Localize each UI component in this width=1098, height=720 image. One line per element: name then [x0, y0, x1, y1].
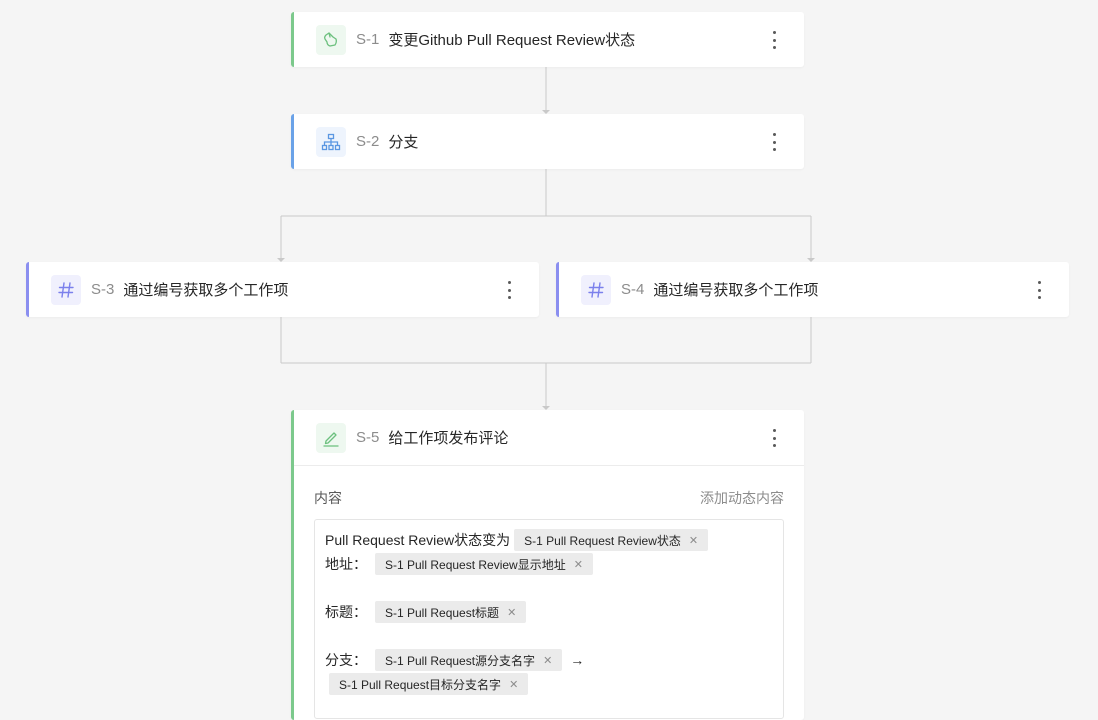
more-options-icon[interactable] [766, 133, 782, 151]
add-dynamic-content-link[interactable]: 添加动态内容 [700, 488, 784, 508]
dynamic-tag-label: S-1 Pull Request Review显示地址 [385, 556, 566, 573]
step-code: S-4 [621, 281, 644, 298]
step-title: 通过编号获取多个工作项 [123, 279, 288, 300]
branch-tree-icon [316, 127, 346, 157]
dynamic-tag[interactable]: S-1 Pull Request Review状态 ✕ [514, 529, 708, 551]
dynamic-tag[interactable]: S-1 Pull Request目标分支名字 ✕ [329, 673, 528, 695]
step-card-s4[interactable]: S-4 通过编号获取多个工作项 [556, 262, 1069, 317]
content-field-label: 内容 [314, 488, 342, 508]
step-card-s5[interactable]: S-5 给工作项发布评论 内容 添加动态内容 Pull Request Revi… [291, 410, 804, 720]
remove-tag-icon[interactable]: ✕ [543, 654, 552, 667]
hand-icon [316, 25, 346, 55]
content-editor[interactable]: Pull Request Review状态变为 S-1 Pull Request… [314, 519, 784, 719]
step-code: S-2 [356, 133, 379, 150]
step-title: 给工作项发布评论 [388, 427, 508, 448]
step-code: S-5 [356, 429, 379, 446]
dynamic-tag-label: S-1 Pull Request Review状态 [524, 532, 681, 549]
step-card-s2[interactable]: S-2 分支 [291, 114, 804, 169]
static-text: Pull Request Review状态变为 [325, 530, 510, 550]
more-options-icon[interactable] [766, 31, 782, 49]
static-text: 标题： [325, 602, 371, 622]
step-title: 分支 [388, 131, 418, 152]
more-options-icon[interactable] [766, 429, 782, 447]
dynamic-tag-label: S-1 Pull Request目标分支名字 [339, 676, 501, 693]
dynamic-tag[interactable]: S-1 Pull Request Review显示地址 ✕ [375, 553, 593, 575]
pencil-icon [316, 423, 346, 453]
static-text: 地址： [325, 554, 371, 574]
step-card-s3[interactable]: S-3 通过编号获取多个工作项 [26, 262, 539, 317]
step-card-s1[interactable]: S-1 变更Github Pull Request Review状态 [291, 12, 804, 67]
arrow-right-icon: → [570, 652, 584, 668]
more-options-icon[interactable] [501, 281, 517, 299]
dynamic-tag[interactable]: S-1 Pull Request标题 ✕ [375, 601, 526, 623]
comment-config-panel: 内容 添加动态内容 Pull Request Review状态变为 S-1 Pu… [294, 466, 804, 719]
hash-icon [581, 275, 611, 305]
remove-tag-icon[interactable]: ✕ [509, 678, 518, 691]
remove-tag-icon[interactable]: ✕ [507, 606, 516, 619]
step-code: S-1 [356, 31, 379, 48]
more-options-icon[interactable] [1031, 281, 1047, 299]
step-title: 变更Github Pull Request Review状态 [388, 29, 635, 50]
dynamic-tag-label: S-1 Pull Request源分支名字 [385, 652, 535, 669]
remove-tag-icon[interactable]: ✕ [574, 558, 583, 571]
static-text: 分支： [325, 650, 371, 670]
dynamic-tag-label: S-1 Pull Request标题 [385, 604, 499, 621]
dynamic-tag[interactable]: S-1 Pull Request源分支名字 ✕ [375, 649, 562, 671]
hash-icon [51, 275, 81, 305]
remove-tag-icon[interactable]: ✕ [689, 534, 698, 547]
step-title: 通过编号获取多个工作项 [653, 279, 818, 300]
step-code: S-3 [91, 281, 114, 298]
